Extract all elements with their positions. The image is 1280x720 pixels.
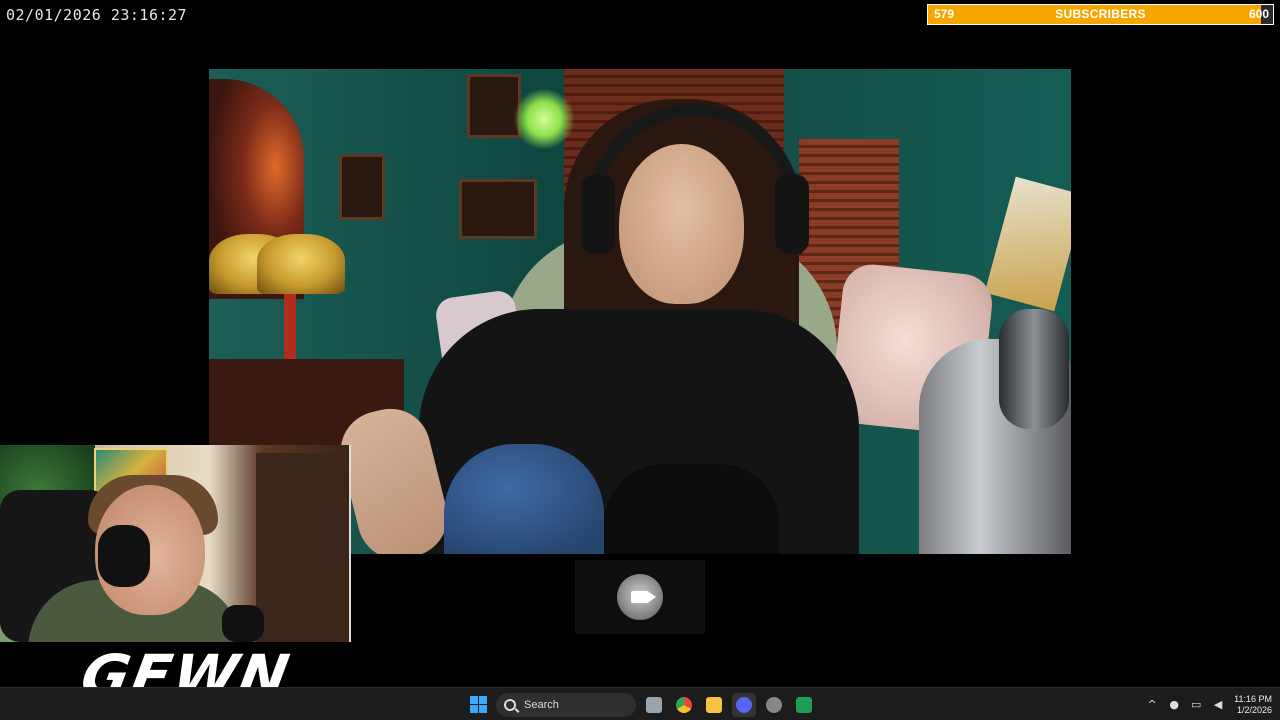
- webcam-overlay: [0, 445, 351, 642]
- volume-icon[interactable]: ◀: [1212, 698, 1224, 711]
- black-cat: [604, 464, 779, 554]
- app-icon: [766, 696, 782, 713]
- file-explorer-icon: [646, 696, 662, 713]
- network-icon[interactable]: ▭: [1190, 698, 1202, 711]
- search-label: Search: [524, 698, 559, 711]
- taskbar-clock[interactable]: 11:16 PM 1/2/2026: [1234, 694, 1272, 716]
- wall-painting: [467, 74, 521, 138]
- table-lamp: [257, 234, 345, 294]
- placeholder-avatar: [617, 574, 663, 620]
- headphone-earcup: [775, 174, 809, 254]
- streamer-jeans: [444, 444, 604, 554]
- discord-icon: [736, 696, 752, 713]
- start-button[interactable]: [466, 693, 490, 717]
- wall-painting: [339, 154, 385, 220]
- microphone: [222, 605, 264, 642]
- video-placeholder[interactable]: [575, 560, 705, 634]
- subscriber-goal: 600: [1248, 7, 1269, 21]
- taskbar-center: Search: [466, 691, 816, 718]
- folder-icon: [706, 696, 722, 713]
- subscriber-goal-bar: 579 SUBSCRIBERS 600: [927, 4, 1274, 25]
- headset-icon: [98, 525, 150, 587]
- wall-painting: [459, 179, 537, 239]
- timestamp: 02/01/2026 23:16:27: [6, 6, 188, 24]
- taskbar: Search ^ ● ▭ ◀ 11:16 PM 1/2/2026: [0, 687, 1280, 720]
- camera-icon: [631, 591, 656, 603]
- system-tray: ^ ● ▭ ◀ 11:16 PM 1/2/2026: [1146, 691, 1272, 718]
- taskbar-app-file-explorer[interactable]: [642, 693, 666, 717]
- chevron-up-icon[interactable]: ^: [1146, 698, 1158, 711]
- taskbar-app-other[interactable]: [762, 693, 786, 717]
- subscriber-label: SUBSCRIBERS: [1055, 7, 1146, 21]
- microphone-grill: [999, 309, 1069, 429]
- excel-icon: [796, 696, 812, 713]
- clock-date: 1/2/2026: [1236, 704, 1272, 715]
- taskbar-search[interactable]: Search: [496, 692, 636, 717]
- clock-time: 11:16 PM: [1234, 693, 1272, 704]
- chrome-icon: [676, 696, 692, 713]
- taskbar-app-folder[interactable]: [702, 693, 726, 717]
- taskbar-app-excel[interactable]: [792, 693, 816, 717]
- taskbar-app-chrome[interactable]: [672, 693, 696, 717]
- windows-icon: [469, 696, 487, 713]
- search-icon: [504, 698, 516, 711]
- star-lantern: [514, 89, 574, 149]
- taskbar-app-discord[interactable]: [732, 692, 756, 717]
- headphone-earcup: [581, 174, 615, 254]
- door: [256, 453, 338, 642]
- microphone-icon[interactable]: ●: [1168, 698, 1180, 711]
